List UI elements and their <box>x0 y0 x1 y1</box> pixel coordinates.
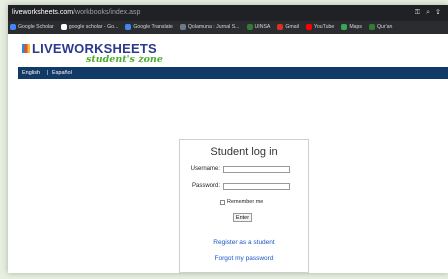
spanish-link[interactable]: Español <box>52 67 72 79</box>
address-bar[interactable]: liveworksheets.com/workbooks/index.asp ⚿… <box>8 5 448 21</box>
bookmark-favicon-icon <box>125 23 132 30</box>
zoom-icon[interactable]: ⌕ <box>426 9 436 16</box>
language-bar: English | Español <box>18 67 448 79</box>
browser-toolbar-icons: ⚿⌕⇪ <box>415 5 446 21</box>
remember-me-label: Remember me <box>227 199 264 205</box>
bookmarks-bar: Google Scholar google scholar - Go... Goog… <box>8 21 448 34</box>
bookmark-favicon-icon <box>341 23 348 30</box>
bookmark-item[interactable]: UINSA <box>246 21 271 34</box>
bookmark-item[interactable]: Gmail <box>277 21 299 34</box>
bookmark-label: Gmail <box>285 24 299 30</box>
url-host: liveworksheets.com <box>12 9 74 16</box>
share-icon[interactable]: ⇪ <box>436 9 446 16</box>
login-title: Student log in <box>210 146 278 158</box>
bookmark-label: Google Translate <box>133 24 173 30</box>
register-link[interactable]: Register as a student <box>180 239 308 246</box>
bookmark-label: Qolamuna : Jurnal S... <box>187 24 240 30</box>
logo-icon <box>22 44 30 53</box>
bookmark-label: Qur'an <box>377 24 393 30</box>
key-icon[interactable]: ⚿ <box>415 9 426 16</box>
bookmark-item[interactable]: Google Scholar <box>10 21 54 34</box>
forgot-password-link[interactable]: Forgot my password <box>180 255 308 262</box>
bookmark-label: UINSA <box>254 24 271 30</box>
bookmark-favicon-icon <box>305 23 312 30</box>
bookmark-item[interactable]: Google Translate <box>125 21 173 34</box>
remember-me-checkbox[interactable] <box>220 200 225 205</box>
password-input[interactable] <box>223 183 290 190</box>
english-link[interactable]: English <box>22 67 40 79</box>
bookmark-favicon-icon <box>60 23 67 30</box>
bookmark-favicon-icon <box>369 23 375 30</box>
login-box: Student log in Username: Password: Remem… <box>179 139 309 273</box>
bookmark-favicon-icon <box>179 23 186 30</box>
bookmark-item[interactable]: YouTube <box>305 21 335 34</box>
bookmark-label: Google Scholar <box>18 24 54 30</box>
bookmark-item[interactable]: Qur'an <box>369 21 392 34</box>
bookmark-favicon-icon <box>10 23 16 30</box>
username-input[interactable] <box>223 166 290 173</box>
bookmark-label: YouTube <box>313 24 335 30</box>
password-label: Password: <box>191 183 220 189</box>
bookmark-label: Maps <box>349 24 362 30</box>
bookmark-item[interactable]: google scholar - Go... <box>60 21 119 34</box>
bookmark-favicon-icon <box>277 23 284 30</box>
background: liveworksheets.com/workbooks/index.asp ⚿… <box>0 0 448 279</box>
bookmark-label: google scholar - Go... <box>68 24 119 30</box>
bookmark-item[interactable]: Maps <box>341 21 362 34</box>
bookmark-favicon-icon <box>246 23 253 30</box>
url-path: /workbooks/index.asp <box>73 9 141 16</box>
browser-window: liveworksheets.com/workbooks/index.asp ⚿… <box>8 5 448 273</box>
nav-separator: | <box>47 70 49 76</box>
username-label: Username: <box>190 166 220 172</box>
bookmark-item[interactable]: Qolamuna : Jurnal S... <box>179 21 240 34</box>
enter-button[interactable]: Enter <box>233 213 252 222</box>
brand-tagline: student's zone <box>86 54 163 65</box>
